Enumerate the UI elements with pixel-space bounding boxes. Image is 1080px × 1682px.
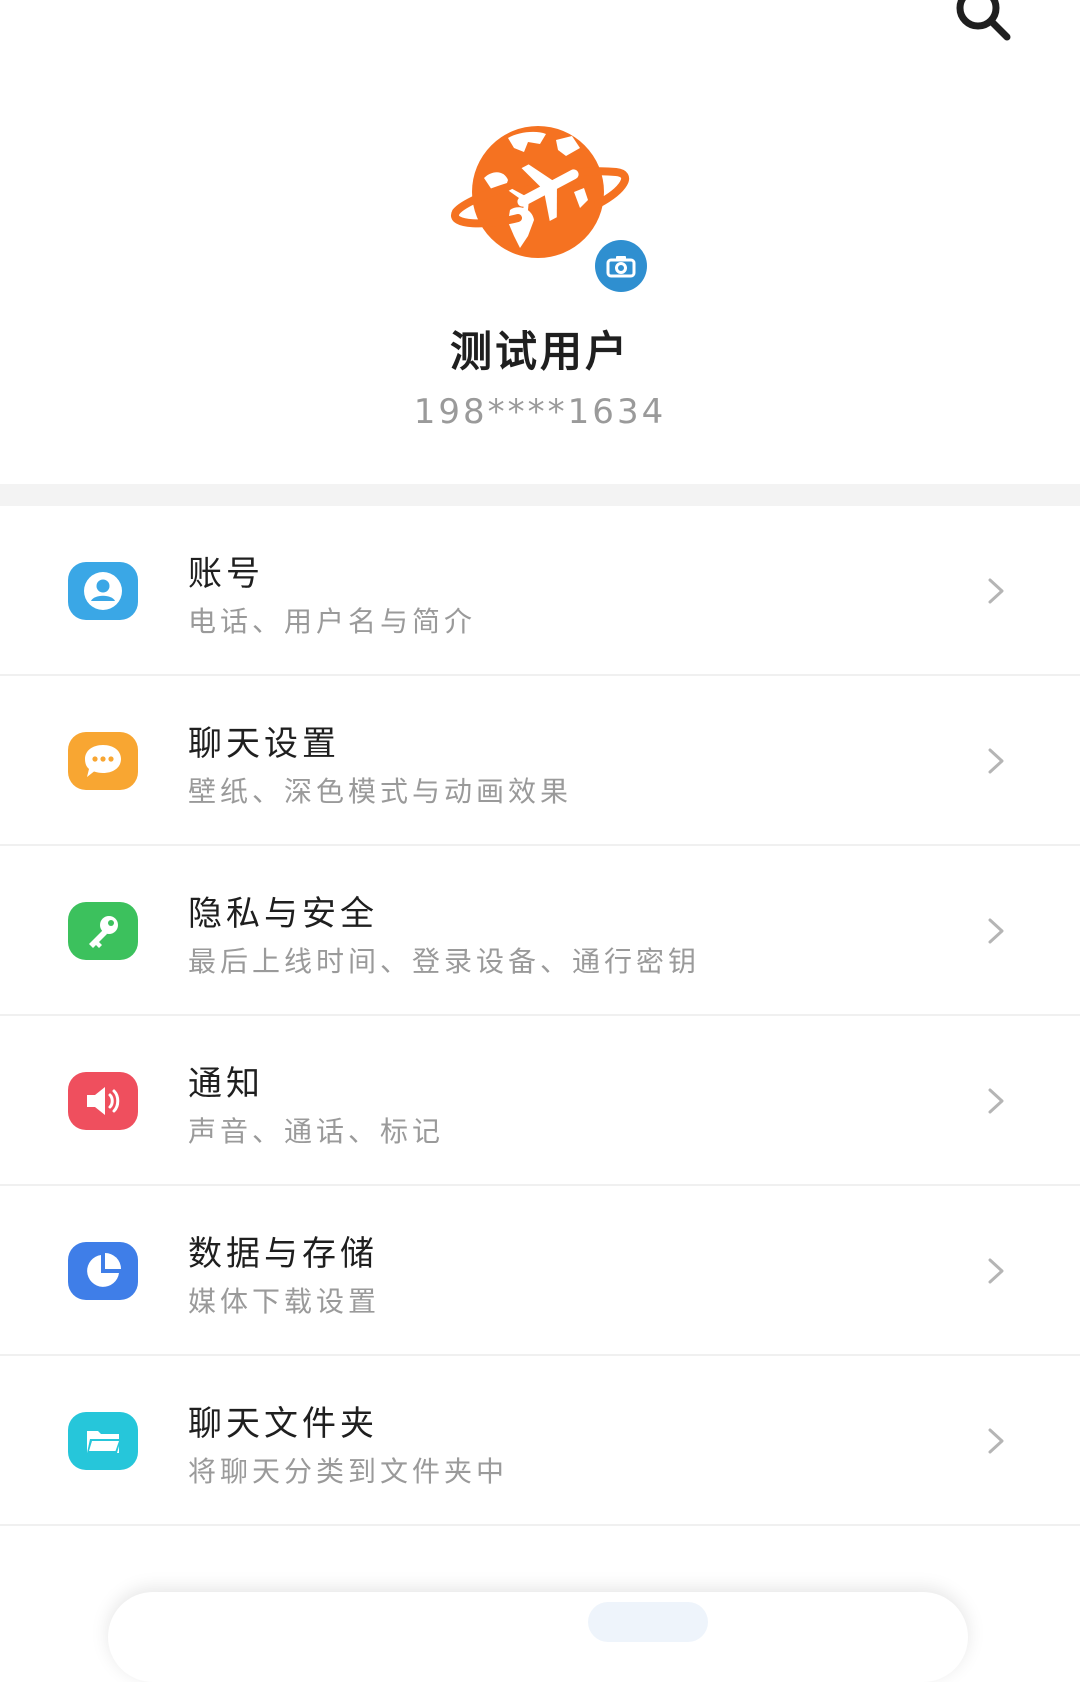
chevron-right-icon [988,918,1004,944]
camera-icon [606,256,636,278]
bottom-navigation-bar[interactable] [108,1592,968,1682]
settings-item-account[interactable]: 账号 电话、用户名与简介 [0,506,1080,676]
settings-item-subtitle: 壁纸、深色模式与动画效果 [188,775,573,808]
settings-item-notifications[interactable]: 通知 声音、通话、标记 [0,1016,1080,1186]
settings-item-subtitle: 声音、通话、标记 [188,1115,445,1148]
profile-header: 测试用户 198****1634 [0,0,1080,484]
chevron-right-icon [988,1088,1004,1114]
profile-phone: 198****1634 [413,392,667,432]
folder-icon [68,1412,138,1470]
settings-item-subtitle: 电话、用户名与简介 [188,605,477,638]
settings-item-title: 聊天文件夹 [188,1404,378,1444]
speaker-icon [68,1072,138,1130]
settings-list: 账号 电话、用户名与简介 聊天设置 壁纸、深色模式与动画效果 隐私与安全 最后上… [0,506,1080,1526]
chat-bubble-icon [68,732,138,790]
settings-item-title: 聊天设置 [188,724,340,764]
settings-item-data-storage[interactable]: 数据与存储 媒体下载设置 [0,1186,1080,1356]
section-divider [0,484,1080,506]
chevron-right-icon [988,578,1004,604]
settings-item-privacy-security[interactable]: 隐私与安全 最后上线时间、登录设备、通行密钥 [0,846,1080,1016]
chevron-right-icon [988,748,1004,774]
settings-item-subtitle: 媒体下载设置 [188,1285,381,1318]
key-icon [68,902,138,960]
profile-name: 测试用户 [449,327,630,376]
pie-chart-icon [68,1242,138,1300]
settings-item-title: 账号 [188,554,264,594]
settings-item-title: 数据与存储 [188,1234,378,1274]
change-avatar-button[interactable] [591,236,651,296]
settings-item-subtitle: 将聊天分类到文件夹中 [188,1455,509,1488]
chevron-right-icon [988,1258,1004,1284]
settings-item-subtitle: 最后上线时间、登录设备、通行密钥 [188,945,701,978]
settings-item-title: 通知 [188,1064,264,1104]
settings-item-chat-folders[interactable]: 聊天文件夹 将聊天分类到文件夹中 [0,1356,1080,1526]
settings-item-title: 隐私与安全 [188,894,378,934]
settings-item-chat-settings[interactable]: 聊天设置 壁纸、深色模式与动画效果 [0,676,1080,846]
account-icon [68,562,138,620]
chevron-right-icon [988,1428,1004,1454]
active-tab-indicator [588,1602,708,1642]
